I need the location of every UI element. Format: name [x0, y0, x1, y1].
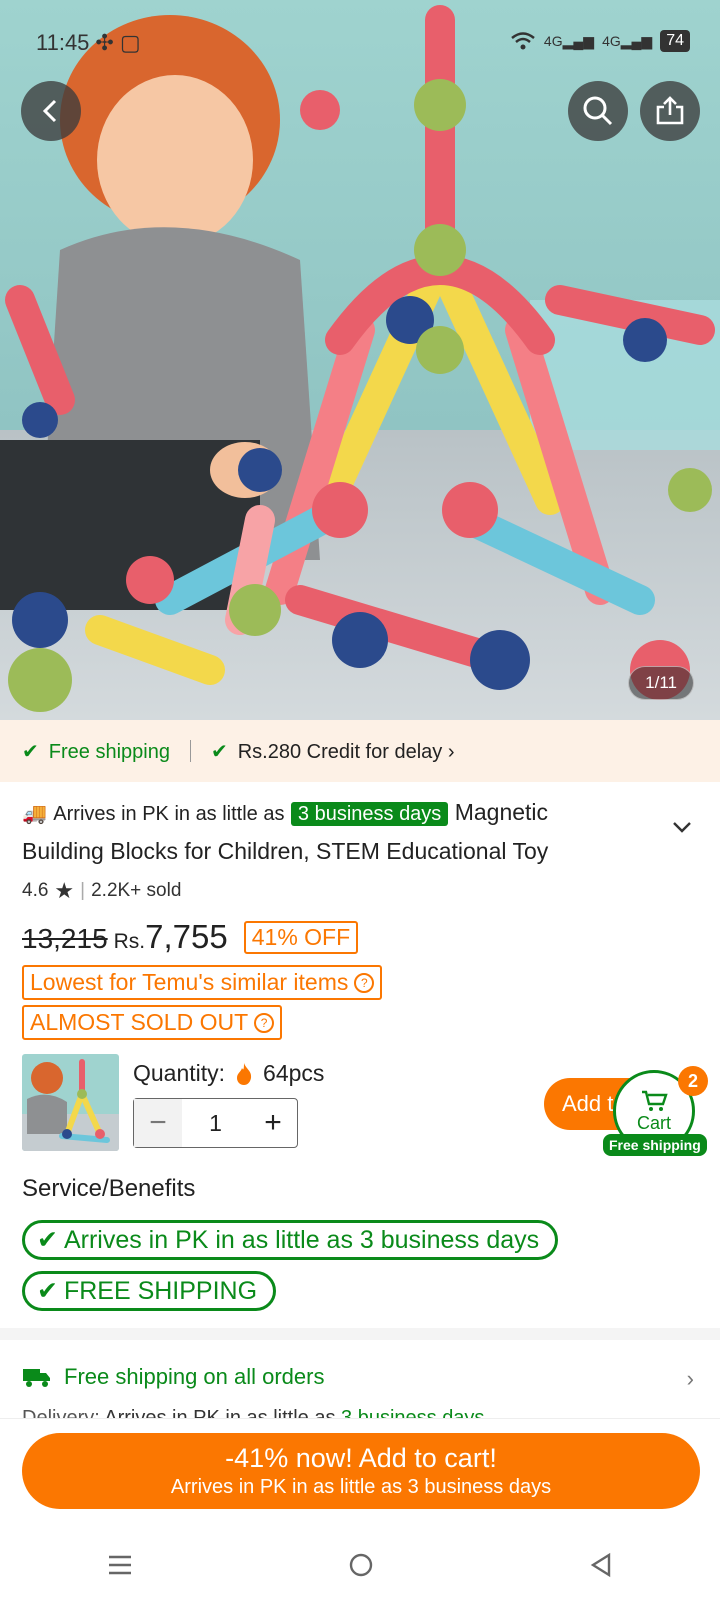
stock-count: 64pcs [263, 1060, 325, 1086]
credit-item[interactable]: ✔ Rs.280 Credit for delay › [211, 739, 455, 764]
back-nav-icon[interactable] [589, 1552, 613, 1578]
product-name-2: Building Blocks for Children, STEM Educa… [22, 838, 549, 864]
help-icon: ? [354, 972, 375, 993]
truck-icon [23, 1369, 50, 1387]
menu-icon[interactable] [107, 1553, 133, 1577]
decrease-button[interactable]: − [134, 1099, 182, 1147]
benefit-free-shipping: ✔ FREE SHIPPING [22, 1271, 277, 1311]
cart-free-shipping-badge: Free shipping [603, 1134, 707, 1156]
cart-label: Cart [636, 1112, 671, 1133]
signal-icon: 4G▂▄▆ [543, 32, 595, 49]
divider: | [80, 880, 86, 901]
benefit-arrives-label: Arrives in PK in as little as 3 business… [63, 1225, 540, 1254]
check-icon: ✔ [22, 740, 39, 763]
original-price: 13,215 [22, 923, 108, 954]
variant-thumbnail[interactable] [22, 1054, 119, 1151]
section-divider [0, 1328, 720, 1340]
service-benefits-title: Service/Benefits [22, 1175, 196, 1202]
cta-main-label: -41% now! Add to cart! [225, 1443, 497, 1473]
thumbnail-image [22, 1054, 119, 1151]
check-icon: ✔ [37, 1226, 58, 1254]
hotspot-icon: ✣ [95, 30, 114, 55]
benefit-arrives: ✔ Arrives in PK in as little as 3 busines… [22, 1220, 559, 1260]
lowest-price-label: Lowest for Temu's similar items [30, 969, 349, 995]
quantity-label: Quantity: [133, 1060, 226, 1086]
almost-sold-out-label: ALMOST SOLD OUT [30, 1009, 249, 1035]
lowest-price-tag[interactable]: Lowest for Temu's similar items ? [22, 965, 383, 1000]
status-bar-time: 11:45 ✣ ▢ [36, 30, 141, 56]
cta-sub-label: Arrives in PK in as little as 3 business… [170, 1476, 552, 1498]
title-line-1: 🚚 Arrives in PK in as little as 3 busine… [22, 794, 662, 833]
sold-count: 2.2K+ sold [91, 880, 182, 901]
share-icon [656, 96, 684, 125]
screenshot-icon: ▢ [119, 30, 141, 55]
shipping-strip[interactable]: ✔ Free shipping ✔ Rs.280 Credit for delay … [0, 720, 720, 782]
back-button[interactable] [21, 81, 81, 141]
clock: 11:45 [36, 30, 90, 55]
benefit-free-shipping-label: FREE SHIPPING [63, 1276, 258, 1305]
credit-label: Rs.280 Credit for delay [237, 740, 443, 763]
search-button[interactable] [568, 81, 628, 141]
product-title: 🚚 Arrives in PK in as little as 3 busine… [22, 794, 662, 870]
cart-count-badge: 2 [678, 1066, 708, 1096]
flame-icon [237, 1062, 252, 1085]
signal-icon-2: 4G▂▄▆ [602, 32, 653, 49]
rating-row[interactable]: 4.6 ★ | 2.2K+ sold [22, 878, 181, 904]
increase-button[interactable]: + [249, 1099, 297, 1147]
check-icon: ✔ [210, 740, 228, 763]
chevron-right-icon: › [447, 740, 455, 763]
quantity-value[interactable]: 1 [182, 1099, 249, 1147]
current-price: 7,755 [145, 918, 228, 955]
battery-icon: 74 [660, 30, 690, 52]
product-name-1: Magnetic [454, 799, 549, 825]
image-counter: 1/11 [628, 666, 694, 700]
free-shipping-item: ✔ Free shipping [22, 739, 170, 764]
quantity-label-row: Quantity: 64pcs [133, 1060, 324, 1087]
check-icon: ✔ [37, 1277, 58, 1305]
business-days-badge: 3 business days [290, 802, 449, 826]
almost-sold-out-tag[interactable]: ALMOST SOLD OUT ? [22, 1005, 283, 1040]
free-shipping-orders-row[interactable]: Free shipping on all orders [22, 1364, 324, 1390]
chevron-down-icon [673, 822, 691, 833]
help-icon: ? [254, 1012, 275, 1033]
search-icon [583, 96, 613, 126]
currency: Rs. [113, 930, 146, 953]
rating-score: 4.6 [22, 880, 49, 901]
discount-badge: 41% OFF [243, 921, 359, 954]
quantity-stepper[interactable]: − 1 + [133, 1098, 298, 1148]
delivery-truck-icon: 🚚 [22, 803, 47, 825]
arrives-prefix: Arrives in PK in as little as [53, 803, 285, 825]
home-icon[interactable] [348, 1552, 374, 1578]
add-to-cart-cta[interactable]: -41% now! Add to cart! Arrives in PK in … [22, 1433, 700, 1509]
status-bar-right: 4G▂▄▆ 4G▂▄▆ 74 [510, 30, 690, 52]
system-nav-bar [0, 1540, 720, 1590]
share-button[interactable] [640, 81, 700, 141]
cart-icon [642, 1090, 668, 1111]
separator [189, 740, 191, 762]
star-icon: ★ [54, 878, 75, 903]
wifi-icon [511, 32, 535, 50]
chevron-left-icon [42, 99, 57, 123]
add-button-label: Add t [562, 1091, 614, 1116]
expand-title-button[interactable] [672, 820, 692, 839]
free-orders-label: Free shipping on all orders [64, 1364, 325, 1389]
chevron-right-icon[interactable]: › [687, 1366, 694, 1392]
price-row: 13,215 Rs. 7,755 41% OFF [22, 918, 359, 957]
free-shipping-label: Free shipping [48, 740, 170, 763]
